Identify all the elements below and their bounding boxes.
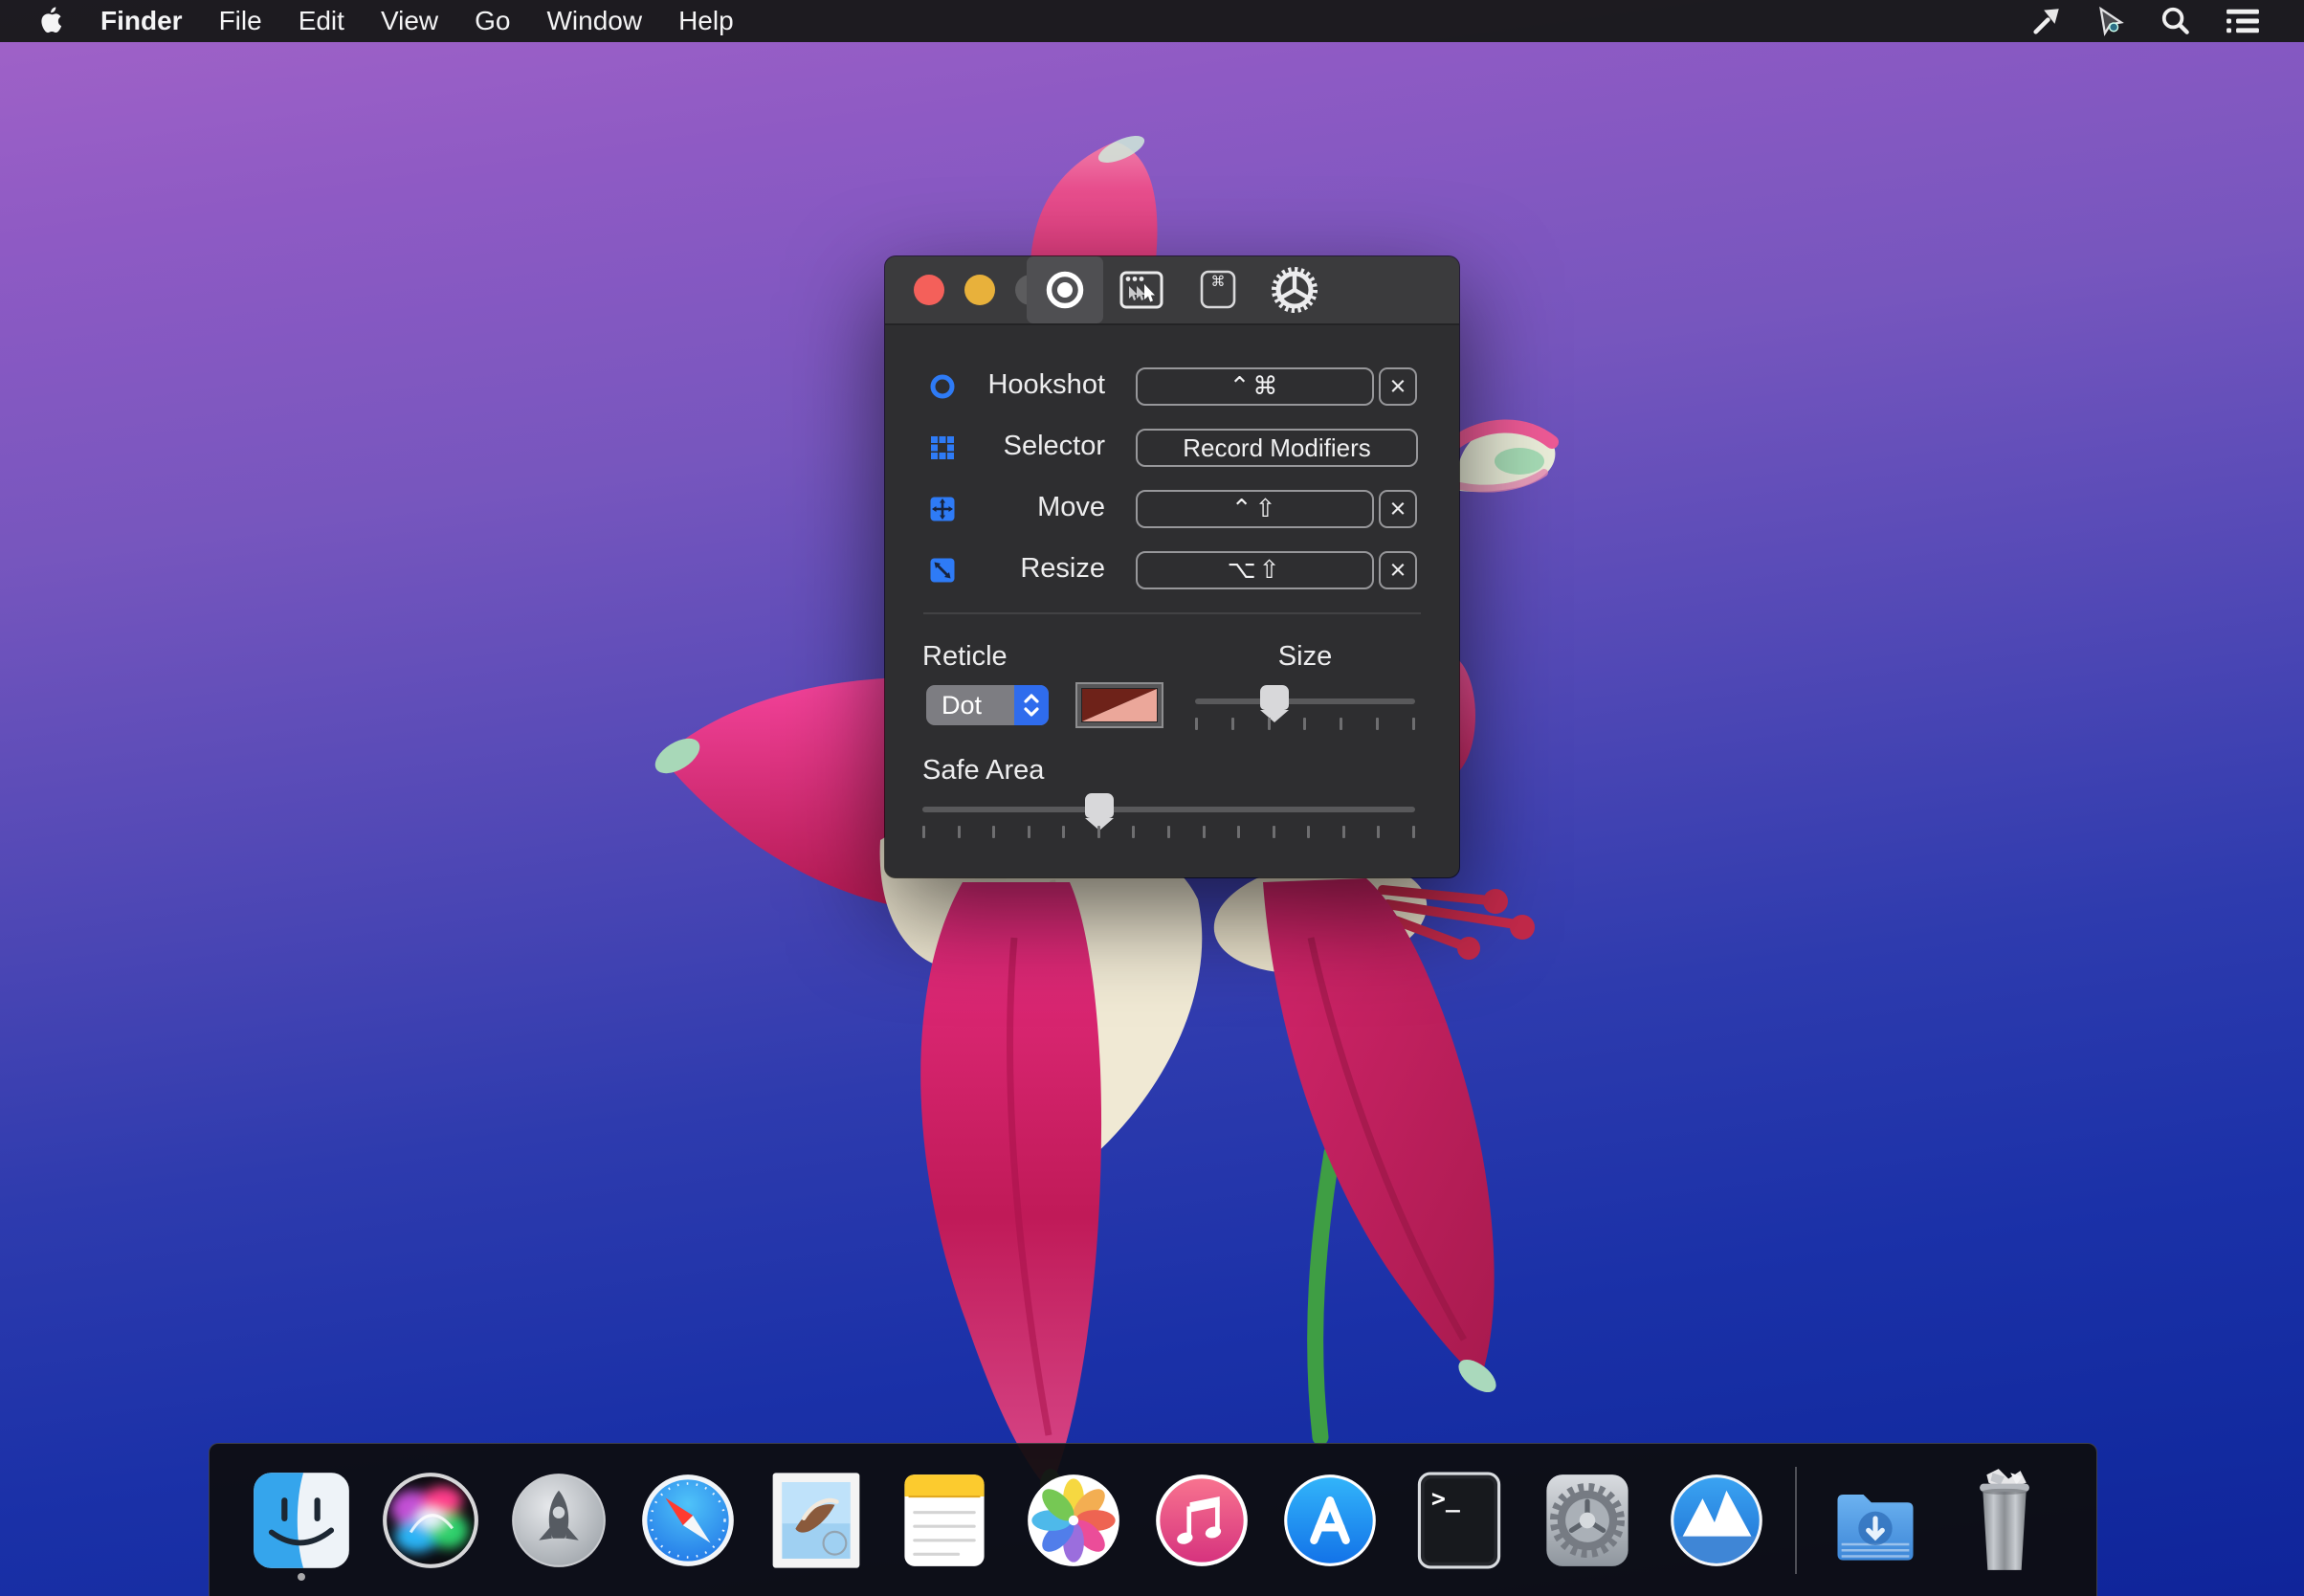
dock-terminal[interactable]: >_ (1409, 1458, 1509, 1583)
apple-menu[interactable] (21, 7, 82, 35)
running-indicator (298, 1573, 305, 1581)
reticle-icon (1041, 266, 1089, 314)
reticle-section-label: Reticle (922, 641, 1008, 673)
system-preferences-icon (1541, 1471, 1633, 1570)
app-store-icon (1280, 1471, 1380, 1570)
menu-file[interactable]: File (201, 0, 280, 42)
dock: >_ (209, 1443, 2097, 1596)
safe-area-slider-handle[interactable] (1085, 793, 1114, 818)
menu-help[interactable]: Help (660, 0, 752, 42)
reticle-color-well[interactable] (1075, 682, 1163, 728)
move-label: Move (923, 492, 1105, 523)
safari-icon (638, 1471, 738, 1570)
hookshot-row: Hookshot ⌃⌘ × (885, 367, 1459, 406)
itunes-icon (1152, 1471, 1252, 1570)
svg-text:⌘: ⌘ (1211, 273, 1226, 290)
tab-cursors[interactable] (1103, 256, 1180, 323)
safe-area-slider[interactable] (922, 807, 1415, 812)
menu-edit[interactable]: Edit (280, 0, 363, 42)
dock-mountain-app[interactable] (1667, 1458, 1766, 1583)
move-shortcut-field[interactable]: ⌃⇧ (1136, 490, 1374, 528)
minimize-button[interactable] (964, 275, 995, 305)
pointer-utility-icon[interactable] (2095, 6, 2128, 36)
cursors-panel-icon (1118, 266, 1165, 314)
menu-window[interactable]: Window (528, 0, 660, 42)
dock-photos[interactable] (1024, 1458, 1123, 1583)
safe-area-label: Safe Area (922, 755, 1044, 787)
dock-launchpad[interactable] (509, 1458, 609, 1583)
record-modifiers-button[interactable]: Record Modifiers (1136, 429, 1418, 467)
gear-icon (1270, 265, 1319, 315)
finder-icon (252, 1471, 351, 1570)
reticle-type-value: Dot (926, 691, 1014, 720)
trash-full-icon (1957, 1467, 2052, 1574)
tab-settings[interactable] (1256, 256, 1333, 323)
move-row: Move ⌃⇧ × (885, 490, 1459, 528)
dock-safari[interactable] (638, 1458, 738, 1583)
size-section-label: Size (1195, 641, 1415, 673)
command-key-icon: ⌘ (1194, 266, 1242, 314)
menu-view[interactable]: View (363, 0, 456, 42)
size-slider-handle[interactable] (1260, 685, 1289, 710)
apple-logo-icon (39, 7, 64, 35)
resize-row: Resize ⌥⇧ × (885, 551, 1459, 589)
color-swatch (1082, 689, 1157, 721)
tab-shortcuts[interactable]: ⌘ (1180, 256, 1256, 323)
photos-icon (1024, 1471, 1123, 1570)
terminal-icon: >_ (1413, 1471, 1505, 1570)
size-slider[interactable] (1195, 698, 1415, 704)
mail-icon (768, 1469, 864, 1572)
hookshot-preferences-window: ⌘ (885, 256, 1459, 877)
dock-separator (1795, 1467, 1797, 1574)
dock-app-store[interactable] (1280, 1458, 1380, 1583)
dock-siri[interactable] (381, 1458, 480, 1583)
dock-mail[interactable] (766, 1458, 866, 1583)
safe-area-slider-ticks (922, 826, 1415, 839)
dock-finder[interactable] (252, 1458, 351, 1583)
resize-clear-button[interactable]: × (1379, 551, 1417, 589)
toolbar-tabs: ⌘ (1027, 256, 1333, 323)
list-menu-icon[interactable] (2224, 6, 2262, 36)
window-titlebar[interactable]: ⌘ (885, 256, 1459, 325)
chevron-up-down-icon (1022, 692, 1041, 719)
dock-notes[interactable] (895, 1458, 994, 1583)
move-clear-button[interactable]: × (1379, 490, 1417, 528)
hookshot-clear-button[interactable]: × (1379, 367, 1417, 406)
resize-label: Resize (923, 553, 1105, 585)
dock-itunes[interactable] (1152, 1458, 1252, 1583)
mountain-app-icon (1667, 1471, 1766, 1570)
siri-icon (381, 1471, 480, 1570)
reticle-type-dropdown[interactable]: Dot (926, 685, 1049, 725)
notes-icon (898, 1471, 990, 1570)
tab-reticle[interactable] (1027, 256, 1103, 323)
dock-trash[interactable] (1955, 1458, 2054, 1583)
resize-shortcut-field[interactable]: ⌥⇧ (1136, 551, 1374, 589)
launchpad-icon (509, 1471, 609, 1570)
menu-bar: Finder File Edit View Go Window Help (0, 0, 2304, 42)
hookshot-label: Hookshot (923, 369, 1105, 401)
section-divider (923, 612, 1421, 614)
svg-text:>_: >_ (1431, 1484, 1461, 1512)
downloads-folder-icon (1826, 1471, 1925, 1570)
hookshot-pointer-icon[interactable] (2030, 6, 2063, 36)
desktop: Finder File Edit View Go Window Help (0, 0, 2304, 1596)
dock-system-preferences[interactable] (1538, 1458, 1637, 1583)
close-button[interactable] (914, 275, 944, 305)
dock-downloads-folder[interactable] (1826, 1458, 1925, 1583)
selector-row: Selector Record Modifiers (885, 429, 1459, 467)
hookshot-shortcut-field[interactable]: ⌃⌘ (1136, 367, 1374, 406)
spotlight-search-icon[interactable] (2160, 6, 2191, 36)
dropdown-stepper (1014, 685, 1049, 725)
menu-go[interactable]: Go (456, 0, 528, 42)
selector-label: Selector (923, 431, 1105, 462)
size-slider-ticks (1195, 718, 1415, 731)
menu-app-name[interactable]: Finder (82, 0, 201, 42)
